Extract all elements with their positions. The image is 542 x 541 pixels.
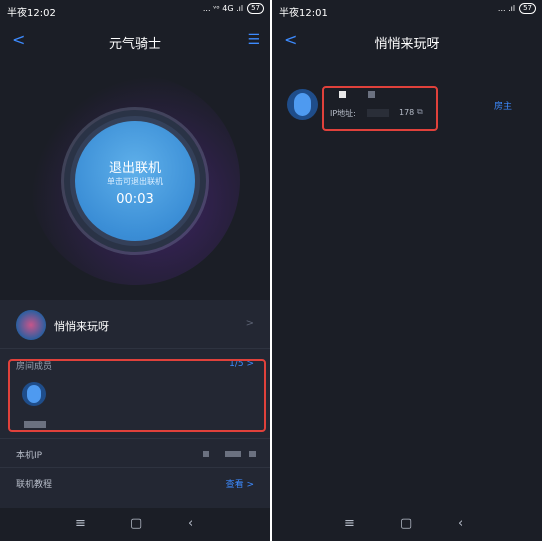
nav-bar: < 元气骑士 ☰ bbox=[0, 26, 270, 56]
status-icons: ... ᵛᵒ 4G .ıl 57 bbox=[203, 3, 264, 14]
tutorial-view-link[interactable]: 查看 > bbox=[226, 477, 254, 490]
ip-address-label: IP地址: bbox=[330, 109, 356, 118]
members-highlight-box bbox=[8, 359, 266, 432]
menu-icon[interactable]: ≡ bbox=[344, 516, 355, 531]
ip-redacted bbox=[203, 451, 209, 457]
menu-icon[interactable]: ☰ bbox=[247, 32, 260, 48]
divider bbox=[0, 467, 270, 468]
ip-redacted bbox=[225, 451, 241, 457]
room-row[interactable]: 悄悄来玩呀 > bbox=[0, 300, 270, 349]
home-icon[interactable]: ▢ bbox=[400, 516, 412, 531]
exit-connection-label: 退出联机 bbox=[108, 161, 161, 176]
member-avatar[interactable] bbox=[22, 382, 46, 406]
signal-icon: ... ᵛᵒ 4G .ıl bbox=[202, 4, 244, 13]
exit-connection-hint: 单击可退出联机 bbox=[107, 177, 163, 186]
status-icons: ... .ıl 57 bbox=[498, 3, 536, 14]
page-title: 元气骑士 bbox=[108, 37, 161, 52]
member-avatar[interactable] bbox=[287, 89, 318, 120]
member-name-redacted bbox=[24, 421, 46, 428]
room-name: 悄悄来玩呀 bbox=[54, 320, 109, 333]
signal-icon: ... .ıl bbox=[497, 4, 516, 13]
tutorial-label: 联机教程 bbox=[16, 480, 53, 490]
exit-connection-button[interactable]: 退出联机 单击可退出联机 00:03 bbox=[75, 121, 195, 241]
battery-icon: 57 bbox=[247, 3, 264, 14]
page-title: 悄悄来玩呀 bbox=[374, 37, 440, 52]
back-icon[interactable]: ‹ bbox=[458, 516, 463, 531]
room-avatar bbox=[16, 310, 46, 340]
status-time: 半夜12:02 bbox=[7, 8, 56, 19]
left-screen: 半夜12:02 ... ᵛᵒ 4G .ıl 57 < 元气骑士 ☰ 退出联机 单… bbox=[0, 0, 270, 541]
connection-timer: 00:03 bbox=[116, 192, 154, 207]
right-screen: 半夜12:01 ... .ıl 57 < 悄悄来玩呀 IP地址: 178 ⧉ 房… bbox=[272, 0, 542, 541]
ip-address-suffix: 178 bbox=[399, 108, 415, 117]
member-name-redacted bbox=[368, 91, 375, 98]
divider bbox=[0, 438, 270, 439]
chevron-right-icon: > bbox=[245, 318, 254, 329]
status-bar: 半夜12:01 ... .ıl 57 bbox=[272, 0, 542, 19]
host-badge: 房主 bbox=[493, 102, 512, 112]
local-ip-label: 本机IP bbox=[16, 451, 43, 461]
menu-icon[interactable]: ≡ bbox=[75, 516, 86, 531]
system-nav-bar: ≡ ▢ ‹ bbox=[0, 508, 270, 541]
home-icon[interactable]: ▢ bbox=[130, 516, 142, 531]
nav-bar: < 悄悄来玩呀 bbox=[272, 26, 542, 56]
member-name-redacted bbox=[339, 91, 346, 98]
status-bar: 半夜12:02 ... ᵛᵒ 4G .ıl 57 bbox=[0, 0, 270, 19]
copy-icon[interactable]: ⧉ bbox=[417, 107, 423, 117]
ip-redacted bbox=[249, 451, 256, 457]
battery-icon: 57 bbox=[519, 3, 536, 14]
ip-redacted bbox=[367, 109, 389, 117]
system-nav-bar: ≡ ▢ ‹ bbox=[272, 508, 542, 541]
status-time: 半夜12:01 bbox=[279, 8, 328, 19]
back-icon[interactable]: ‹ bbox=[188, 516, 193, 531]
